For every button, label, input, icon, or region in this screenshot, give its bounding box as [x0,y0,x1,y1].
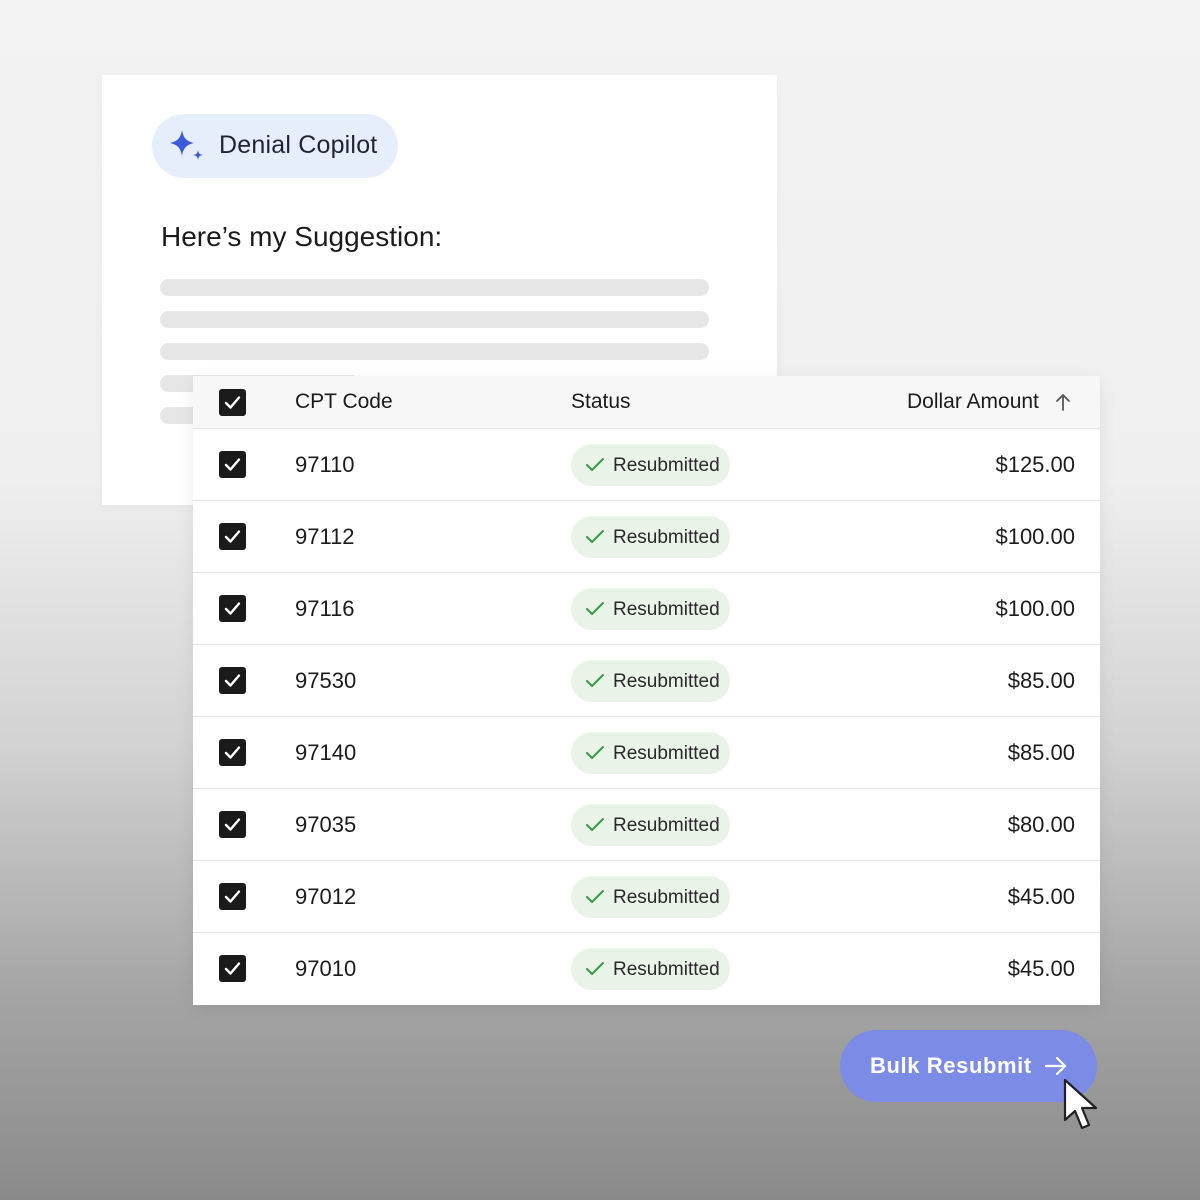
status-badge: Resubmitted [571,876,730,918]
cpt-code: 97112 [295,524,355,549]
check-icon [224,818,241,831]
table-row[interactable]: 97035 Resubmitted $80.00 [193,789,1100,861]
cpt-code: 97140 [295,740,357,765]
status-badge: Resubmitted [571,588,730,630]
check-icon [224,396,241,409]
denial-copilot-pill[interactable]: Denial Copilot [152,114,398,178]
placeholder-line [160,343,709,360]
dollar-amount: $85.00 [1007,740,1075,765]
status-label: Resubmitted [613,599,720,620]
row-checkbox[interactable] [219,739,246,766]
dollar-amount: $45.00 [1007,956,1075,981]
check-icon [586,818,604,831]
cpt-code: 97530 [295,668,357,693]
check-icon [586,530,604,543]
bulk-resubmit-label: Bulk Resubmit [870,1053,1032,1078]
status-badge: Resubmitted [571,516,730,558]
dollar-amount: $100.00 [995,524,1075,549]
table-row[interactable]: 97012 Resubmitted $45.00 [193,861,1100,933]
status-label: Resubmitted [613,527,720,548]
dollar-amount: $125.00 [995,452,1075,477]
status-badge: Resubmitted [571,660,730,702]
row-checkbox[interactable] [219,523,246,550]
suggestion-heading: Here’s my Suggestion: [161,221,443,252]
row-checkbox[interactable] [219,883,246,910]
sparkle-icon [170,130,203,160]
status-badge: Resubmitted [571,804,730,846]
status-label: Resubmitted [613,743,720,764]
check-icon [224,890,241,903]
check-icon [224,530,241,543]
dollar-amount: $80.00 [1007,812,1075,837]
table-row[interactable]: 97116 Resubmitted $100.00 [193,573,1100,645]
table-row[interactable]: 97140 Resubmitted $85.00 [193,717,1100,789]
row-checkbox[interactable] [219,451,246,478]
header-dollar-amount[interactable]: Dollar Amount [907,390,1039,414]
check-icon [224,674,241,687]
status-label: Resubmitted [613,671,720,692]
row-checkbox[interactable] [219,667,246,694]
status-label: Resubmitted [613,815,720,836]
table-row[interactable]: 97010 Resubmitted $45.00 [193,933,1100,1004]
cpt-code: 97010 [295,956,357,981]
placeholder-line [160,279,709,296]
status-label: Resubmitted [613,455,720,476]
status-badge: Resubmitted [571,948,730,990]
dollar-amount: $100.00 [995,596,1075,621]
arrow-right-icon [1044,1056,1067,1076]
check-icon [586,674,604,687]
arrow-up-icon[interactable] [1054,392,1072,412]
copilot-title: Denial Copilot [219,131,378,159]
placeholder-line [160,311,709,328]
cpt-code: 97110 [295,452,355,477]
select-all-checkbox[interactable] [219,389,246,416]
row-checkbox[interactable] [219,811,246,838]
header-cpt-code[interactable]: CPT Code [295,390,393,414]
status-label: Resubmitted [613,959,720,980]
mouse-pointer-icon [1063,1078,1098,1130]
check-icon [224,746,241,759]
table-header: CPT Code Status Dollar Amount [193,376,1100,429]
status-badge: Resubmitted [571,444,730,486]
bulk-resubmit-button[interactable]: Bulk Resubmit [840,1030,1097,1102]
check-icon [224,458,241,471]
cpt-code: 97116 [295,596,355,621]
status-badge: Resubmitted [571,732,730,774]
dollar-amount: $85.00 [1007,668,1075,693]
table-row[interactable]: 97112 Resubmitted $100.00 [193,501,1100,573]
check-icon [224,602,241,615]
cpt-code: 97012 [295,884,357,909]
check-icon [586,458,604,471]
row-checkbox[interactable] [219,955,246,982]
check-icon [224,962,241,975]
cpt-code: 97035 [295,812,357,837]
check-icon [586,746,604,759]
cpt-table: CPT Code Status Dollar Amount 97110 Resub… [193,376,1100,1005]
row-checkbox[interactable] [219,595,246,622]
check-icon [586,890,604,903]
table-row[interactable]: 97530 Resubmitted $85.00 [193,645,1100,717]
check-icon [586,962,604,975]
table-row[interactable]: 97110 Resubmitted $125.00 [193,429,1100,501]
check-icon [586,602,604,615]
header-status[interactable]: Status [571,390,631,414]
dollar-amount: $45.00 [1007,884,1075,909]
status-label: Resubmitted [613,887,720,908]
